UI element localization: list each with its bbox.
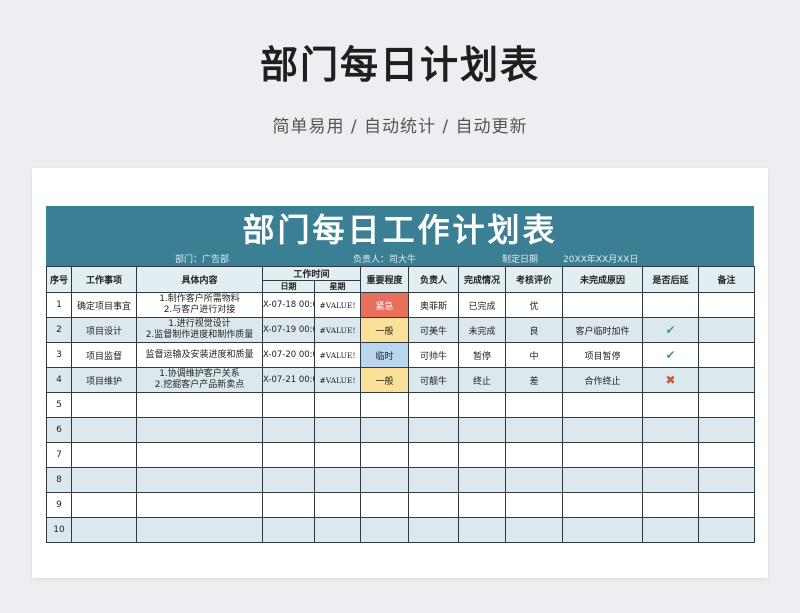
cell-date[interactable]: X-07-20 00:00: [262, 342, 315, 368]
cell-date[interactable]: X-07-21 00:00: [262, 367, 315, 393]
cell-evaluation[interactable]: 良: [505, 317, 564, 343]
header-status[interactable]: 完成情况: [458, 266, 507, 293]
cell-note[interactable]: [698, 317, 756, 343]
cell-seq[interactable]: 8: [46, 467, 72, 493]
table-row[interactable]: 7: [46, 442, 756, 468]
cell-evaluation[interactable]: 优: [505, 292, 564, 318]
table-row[interactable]: 9: [46, 492, 756, 518]
spreadsheet: 部门每日工作计划表 部门：广告部 负责人：司大牛 制定日期 20XX年XX月XX…: [46, 206, 756, 543]
cell-seq[interactable]: 6: [46, 417, 72, 443]
header-content[interactable]: 具体内容: [136, 266, 263, 293]
cell-content[interactable]: 1.制作客户所需物料 2.与客户进行对接: [136, 292, 263, 318]
table-row[interactable]: 1 确定项目事宜 1.制作客户所需物料 2.与客户进行对接 X-07-18 00:…: [46, 292, 756, 318]
owner-label: 负责人：司大牛: [353, 255, 417, 265]
cell-evaluation[interactable]: 中: [505, 342, 564, 368]
cell-evaluation[interactable]: 差: [505, 367, 564, 393]
sheet-banner-title: 部门每日工作计划表: [46, 206, 754, 254]
content-line: 1.协调维护客户关系: [159, 369, 240, 379]
cell-seq[interactable]: 3: [46, 342, 72, 368]
cell-person[interactable]: 可帅牛: [408, 342, 460, 368]
header-reason[interactable]: 未完成原因: [562, 266, 644, 293]
cell-seq[interactable]: 9: [46, 492, 72, 518]
cell-weekday[interactable]: #VALUE!: [313, 342, 362, 368]
check-icon: ✔: [665, 323, 676, 337]
cell-seq[interactable]: 1: [46, 292, 72, 318]
page-subtitle: 简单易用 / 自动统计 / 自动更新: [272, 117, 528, 137]
content-line: 1.制作客户所需物料: [159, 294, 240, 304]
cell-weekday[interactable]: #VALUE!: [313, 367, 362, 393]
cell-person[interactable]: 可靓牛: [408, 367, 460, 393]
content-line: 2.挖掘客户产品新卖点: [154, 380, 245, 390]
cell-note[interactable]: [698, 367, 756, 393]
cell-reason[interactable]: 合作终止: [562, 367, 644, 393]
sheet-info-row: 部门：广告部 负责人：司大牛 制定日期 20XX年XX月XX日: [46, 254, 754, 266]
content-line: 监督运输及安装进度和质量: [145, 349, 254, 360]
cell-status[interactable]: 已完成: [458, 292, 507, 318]
table-row[interactable]: 4 项目维护 1.协调维护客户关系 2.挖掘客户产品新卖点 X-07-21 00:…: [46, 367, 756, 393]
table-row[interactable]: 3 项目监督 监督运输及安装进度和质量 X-07-20 00:00 #VALUE…: [46, 342, 756, 368]
header-priority[interactable]: 重要程度: [360, 266, 410, 293]
header-note[interactable]: 备注: [698, 266, 756, 293]
cell-reason[interactable]: 客户临时加件: [562, 317, 644, 343]
header-work-time[interactable]: 工作时间: [261, 266, 362, 281]
cell-status[interactable]: 暂停: [458, 342, 507, 368]
cell-delay[interactable]: [642, 292, 700, 318]
content-line: 2.与客户进行对接: [163, 305, 236, 315]
department-label: 部门：广告部: [175, 255, 230, 265]
table-row[interactable]: 5: [46, 392, 756, 418]
plan-table: 序号 工作事项 具体内容 工作时间 重要程度 负责人 完成情况 考核评价 未完成…: [46, 266, 756, 543]
cell-note[interactable]: [698, 292, 756, 318]
cell-reason[interactable]: 项目暂停: [562, 342, 644, 368]
cross-icon: ✖: [665, 373, 676, 387]
cell-weekday[interactable]: #VALUE!: [313, 292, 362, 318]
cell-delay[interactable]: ✔: [642, 317, 700, 343]
cell-item[interactable]: 项目设计: [71, 317, 137, 343]
cell-priority[interactable]: 临时: [360, 342, 410, 368]
cell-seq[interactable]: 2: [46, 317, 72, 343]
date-value: 20XX年XX月XX日: [563, 255, 639, 265]
header-person[interactable]: 负责人: [408, 266, 460, 293]
cell-content[interactable]: 监督运输及安装进度和质量: [136, 342, 263, 368]
cell-seq[interactable]: 5: [46, 392, 72, 418]
cell-seq[interactable]: 10: [46, 517, 72, 543]
header-delay[interactable]: 是否后延: [642, 266, 700, 293]
cell-seq[interactable]: 7: [46, 442, 72, 468]
cell-delay[interactable]: ✔: [642, 342, 700, 368]
cell-date[interactable]: X-07-18 00:00: [262, 292, 315, 318]
table-row[interactable]: 8: [46, 467, 756, 493]
cell-person[interactable]: 可美牛: [408, 317, 460, 343]
cell-priority[interactable]: 一般: [360, 317, 410, 343]
cell-seq[interactable]: 4: [46, 367, 72, 393]
cell-date[interactable]: X-07-19 00:00: [262, 317, 315, 343]
content-line: 2.监督制作进度和制作质量: [145, 330, 254, 340]
header-weekday[interactable]: 星期: [313, 280, 362, 293]
cell-item[interactable]: 确定项目事宜: [71, 292, 137, 318]
cell-content[interactable]: 1.进行视觉设计 2.监督制作进度和制作质量: [136, 317, 263, 343]
check-icon: ✔: [665, 348, 676, 362]
header-seq[interactable]: 序号: [46, 266, 72, 293]
date-label: 制定日期: [502, 255, 539, 265]
cell-item[interactable]: 项目维护: [71, 367, 137, 393]
cell-delay[interactable]: ✖: [642, 367, 700, 393]
table-row[interactable]: 10: [46, 517, 756, 543]
cell-reason[interactable]: [562, 292, 644, 318]
cell-weekday[interactable]: #VALUE!: [313, 317, 362, 343]
cell-priority[interactable]: 紧急: [360, 292, 410, 318]
cell-status[interactable]: 未完成: [458, 317, 507, 343]
cell-status[interactable]: 终止: [458, 367, 507, 393]
table-row[interactable]: 6: [46, 417, 756, 443]
cell-priority[interactable]: 一般: [360, 367, 410, 393]
spreadsheet-card: 部门每日工作计划表 部门：广告部 负责人：司大牛 制定日期 20XX年XX月XX…: [32, 168, 768, 578]
content-line: 1.进行视觉设计: [168, 319, 231, 329]
header-date[interactable]: 日期: [262, 280, 315, 293]
header-evaluation[interactable]: 考核评价: [505, 266, 564, 293]
table-row[interactable]: 2 项目设计 1.进行视觉设计 2.监督制作进度和制作质量 X-07-19 00:…: [46, 317, 756, 343]
page-title: 部门每日计划表: [259, 43, 540, 87]
cell-content[interactable]: 1.协调维护客户关系 2.挖掘客户产品新卖点: [136, 367, 263, 393]
cell-item[interactable]: 项目监督: [71, 342, 137, 368]
cell-person[interactable]: 奥菲斯: [408, 292, 460, 318]
header-item[interactable]: 工作事项: [71, 266, 137, 293]
cell-note[interactable]: [698, 342, 756, 368]
